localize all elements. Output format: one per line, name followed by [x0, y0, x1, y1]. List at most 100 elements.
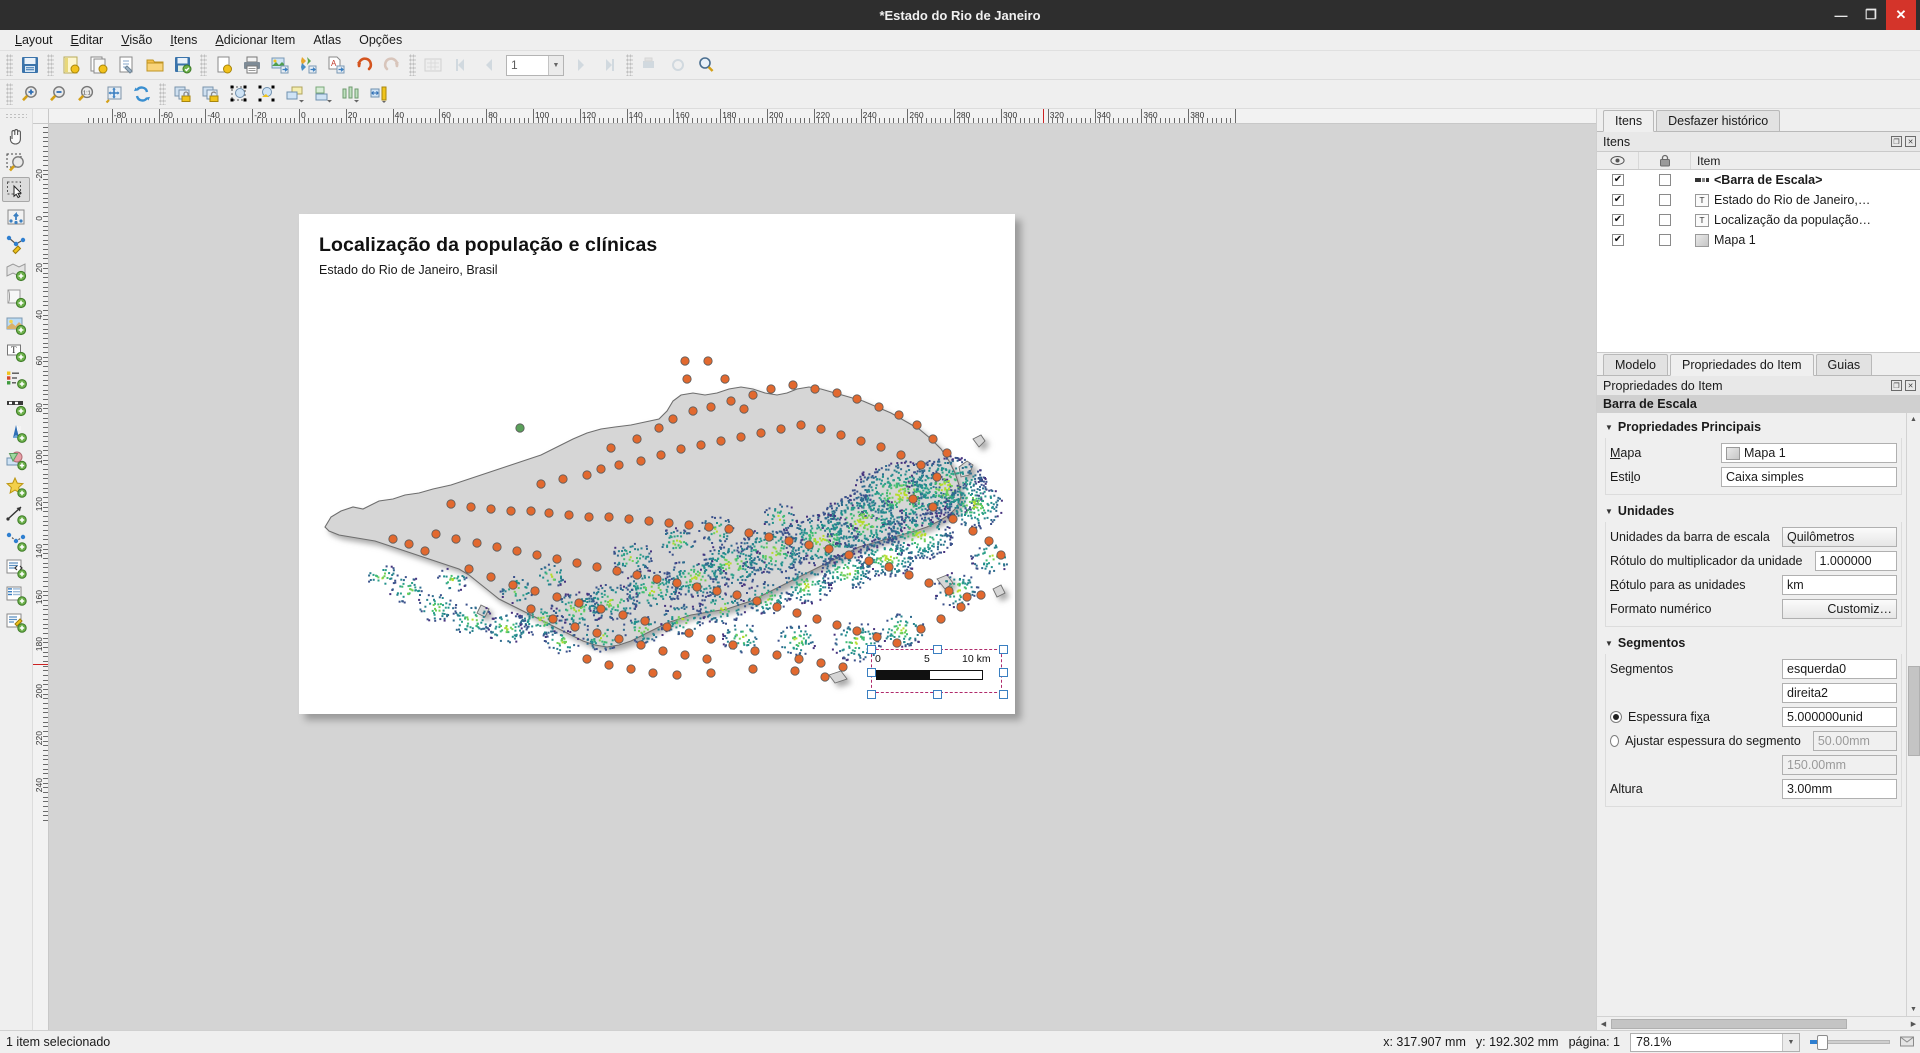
zoom-full-icon[interactable]	[101, 82, 127, 107]
items-row-scalebar[interactable]: ✔ <Barra de Escala>	[1597, 170, 1920, 190]
toolbar-grip-3[interactable]	[200, 54, 207, 76]
toolbar-grip[interactable]	[6, 54, 13, 76]
scroll-left-icon[interactable]: ◀	[1597, 1020, 1610, 1028]
close-icon[interactable]: ✕	[1905, 136, 1916, 147]
fit-segment-width-radio[interactable]	[1610, 735, 1619, 747]
chevron-down-icon[interactable]: ▼	[548, 56, 563, 75]
group-header-segments[interactable]: ▼ Segmentos	[1597, 633, 1906, 654]
lock-checkbox-3[interactable]	[1639, 234, 1691, 246]
atlas-prev-icon[interactable]	[476, 53, 502, 78]
move-content-icon[interactable]	[2, 204, 30, 229]
add-legend-icon[interactable]	[2, 366, 30, 391]
save-icon[interactable]	[17, 53, 43, 78]
add-node-item-icon[interactable]	[2, 528, 30, 553]
height-input[interactable]: 3.00mm	[1782, 779, 1897, 799]
maximize-button[interactable]: ❐	[1856, 0, 1886, 30]
add-arrow-icon[interactable]	[2, 501, 30, 526]
toolbar-grip-5[interactable]	[626, 54, 633, 76]
items-tree[interactable]: ✔ <Barra de Escala> ✔ T Estado do Rio de…	[1597, 170, 1920, 353]
add-image-icon[interactable]	[2, 312, 30, 337]
menu-atlas[interactable]: Atlas	[304, 31, 350, 49]
zoom-slider[interactable]	[1810, 1033, 1890, 1052]
raise-items-icon[interactable]	[282, 82, 308, 107]
resize-handle-s[interactable]	[933, 690, 942, 699]
fixed-width-spin[interactable]: 5.000000unid	[1782, 707, 1897, 727]
scroll-up-icon[interactable]: ▲	[1910, 413, 1917, 426]
layout-canvas[interactable]: Localização da população e clínicas Esta…	[49, 124, 1596, 1030]
fit-segment-max-spin[interactable]: 150.00mm	[1782, 755, 1897, 775]
map-subtitle-label[interactable]: Estado do Rio de Janeiro, Brasil	[319, 263, 498, 277]
scalebar-units-select[interactable]: Quilômetros	[1782, 527, 1897, 547]
style-select[interactable]: Caixa simples	[1721, 467, 1897, 487]
open-template-icon[interactable]	[142, 53, 168, 78]
atlas-first-icon[interactable]	[448, 53, 474, 78]
atlas-last-icon[interactable]	[596, 53, 622, 78]
nav-grip-2[interactable]	[159, 83, 166, 105]
unlock-items-icon[interactable]	[198, 82, 224, 107]
resize-icon[interactable]	[366, 82, 392, 107]
visibility-checkbox-1[interactable]: ✔	[1597, 194, 1639, 206]
atlas-next-icon[interactable]	[568, 53, 594, 78]
map-select[interactable]: Mapa 1	[1721, 443, 1897, 463]
new-layout-icon[interactable]	[58, 53, 84, 78]
nav-grip[interactable]	[6, 83, 13, 105]
float-icon[interactable]: ❐	[1891, 136, 1902, 147]
segments-right-spin[interactable]: direita2	[1782, 683, 1897, 703]
layout-page[interactable]: Localização da população e clínicas Esta…	[299, 214, 1015, 714]
scroll-down-icon[interactable]: ▼	[1910, 1003, 1917, 1016]
redo-icon[interactable]	[379, 53, 405, 78]
scrollbar-track[interactable]	[1907, 426, 1920, 1003]
scroll-right-icon[interactable]: ▶	[1907, 1020, 1920, 1028]
atlas-print-icon[interactable]	[637, 53, 663, 78]
chevron-down-icon-zoom[interactable]: ▼	[1782, 1034, 1799, 1051]
toolbar-grip-2[interactable]	[47, 54, 54, 76]
hscrollbar-thumb[interactable]	[1611, 1019, 1847, 1029]
atlas-page-input[interactable]: 1 ▼	[506, 55, 564, 76]
add-table-icon[interactable]	[2, 582, 30, 607]
menu-layout[interactable]: LLayoutayout	[6, 31, 62, 49]
visibility-checkbox-2[interactable]: ✔	[1597, 214, 1639, 226]
zoom-level-combo[interactable]: 78.1% ▼	[1630, 1033, 1800, 1052]
resize-handle-w[interactable]	[867, 668, 876, 677]
add-attribute-table-icon[interactable]	[2, 609, 30, 634]
distribute-icon[interactable]	[338, 82, 364, 107]
items-row-map[interactable]: ✔ Mapa 1	[1597, 230, 1920, 250]
resize-handle-e[interactable]	[999, 668, 1008, 677]
export-svg-icon[interactable]	[295, 53, 321, 78]
zoom-tool-icon[interactable]	[2, 150, 30, 175]
fixed-width-radio[interactable]	[1610, 711, 1622, 723]
unit-label-input[interactable]: km	[1782, 575, 1897, 595]
properties-horizontal-scrollbar[interactable]: ◀ ▶	[1597, 1016, 1920, 1030]
resize-handle-ne[interactable]	[999, 645, 1008, 654]
save-template-icon[interactable]	[170, 53, 196, 78]
zoom-slider-knob[interactable]	[1817, 1035, 1828, 1050]
add-label-icon[interactable]: T	[2, 339, 30, 364]
items-row-title[interactable]: ✔ T Localização da população…	[1597, 210, 1920, 230]
lock-checkbox-0[interactable]	[1639, 174, 1691, 186]
close-icon-2[interactable]: ✕	[1905, 380, 1916, 391]
resize-handle-sw[interactable]	[867, 690, 876, 699]
export-pdf-icon[interactable]: A	[323, 53, 349, 78]
left-toolbar-grip[interactable]	[5, 113, 27, 119]
add-scalebar-icon[interactable]	[2, 393, 30, 418]
group-header-units[interactable]: ▼ Unidades	[1597, 501, 1906, 522]
unit-multiplier-input[interactable]: 1.000000	[1815, 551, 1898, 571]
menu-editar[interactable]: Editar	[62, 31, 113, 49]
visibility-checkbox-0[interactable]: ✔	[1597, 174, 1639, 186]
atlas-preview-icon[interactable]	[420, 53, 446, 78]
tab-propriedades-do-item[interactable]: Propriedades do Item	[1670, 354, 1814, 376]
menu-visao[interactable]: Visão	[112, 31, 161, 49]
add-picture-icon[interactable]	[2, 285, 30, 310]
export-image-icon[interactable]	[267, 53, 293, 78]
menu-opcoes[interactable]: Opções	[350, 31, 411, 49]
lock-checkbox-1[interactable]	[1639, 194, 1691, 206]
add-north-arrow-icon[interactable]: N	[2, 420, 30, 445]
scrollbar-thumb[interactable]	[1908, 666, 1920, 756]
undo-icon[interactable]	[351, 53, 377, 78]
fit-segment-min-spin[interactable]: 50.00mm	[1813, 731, 1897, 751]
hscrollbar-track[interactable]	[1610, 1018, 1907, 1030]
tab-desfazer-historico[interactable]: Desfazer histórico	[1656, 110, 1780, 131]
select-item-icon[interactable]	[2, 177, 30, 202]
resize-handle-se[interactable]	[999, 690, 1008, 699]
deselect-all-icon[interactable]	[254, 82, 280, 107]
